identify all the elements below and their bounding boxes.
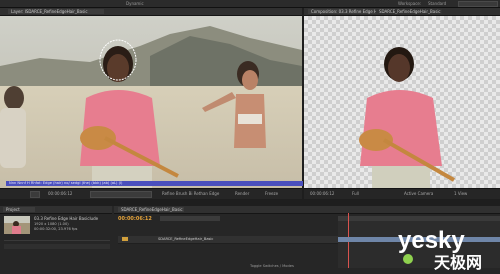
right-panel-tabbar: Composition: 03.3 Refine Edge Hair Basic… <box>304 8 500 16</box>
project-thumbnail <box>4 216 30 234</box>
project-item-name[interactable]: 03.3 Refine Edge Hair Basiclude <box>34 216 98 221</box>
timeline-tabbar: SDARCE_RefineEdgeHair_Basic <box>114 206 500 214</box>
search-help-input[interactable] <box>458 1 498 7</box>
refine-mode-label[interactable]: Refine Brush Bi Rethan Edge <box>162 191 219 196</box>
yesky-logo: yesky 天极网 <box>396 226 496 272</box>
camera-select[interactable]: Active Camera <box>404 191 433 196</box>
workspace-label: Workspace: <box>398 1 422 6</box>
time-ruler[interactable] <box>338 216 500 221</box>
layer-row[interactable]: SDARCE_RefineEdgeHair_Basic <box>118 236 338 244</box>
project-tabbar: Project <box>0 206 112 214</box>
tab-composition-2[interactable]: SDARCE_RefineEdgeHair_Basic <box>376 9 442 14</box>
resolution-select[interactable]: Full <box>352 191 359 196</box>
refine-edge-status-bar: Nnn Nnnf H Rhfat: Edge (hair) no/ sedgl … <box>6 181 303 186</box>
label-color-swatch[interactable] <box>122 237 128 241</box>
project-list-header <box>4 244 110 249</box>
tab-project[interactable]: Project <box>3 207 35 212</box>
left-panel-tabbar: Layer: ISDARCE_RefineEdgeHair_Basic <box>0 8 302 16</box>
keyed-subject <box>359 47 455 188</box>
freeze-button[interactable]: Freeze <box>265 191 278 196</box>
svg-text:yesky: yesky <box>398 227 465 254</box>
composition-viewer[interactable] <box>304 16 500 188</box>
project-item-meta: 1920 x 1080 (1.00) <box>34 222 69 226</box>
tab-timeline[interactable]: SDARCE_RefineEdgeHair_Basic <box>118 207 184 212</box>
timeline-search-input[interactable] <box>160 216 220 221</box>
layer-name[interactable]: SDARCE_RefineEdgeHair_Basic <box>158 237 213 241</box>
left-timecode[interactable]: 00:00:06:12 <box>48 191 72 196</box>
view-select[interactable] <box>90 191 152 198</box>
menu-label[interactable]: Dynamic <box>126 1 144 6</box>
svg-text:天极网: 天极网 <box>434 253 482 270</box>
tab-composition[interactable]: Composition: 03.3 Refine Edge Hair Basic <box>308 9 378 14</box>
left-viewer-controls: 00:00:06:12 Refine Brush Bi Rethan Edge … <box>0 188 302 199</box>
project-item-meta2: 00:00:32:00, 23.976 fps <box>34 227 78 231</box>
right-viewer-controls: 00:00:06:12 Full Active Camera 1 View <box>304 188 500 199</box>
toggle-switches-modes[interactable]: Toggle Switches / Modes <box>250 264 294 268</box>
app-top-bar: Dynamic Workspace: Standard <box>0 0 500 8</box>
beach-photo <box>0 16 302 188</box>
tab-layer[interactable]: Layer: ISDARCE_RefineEdgeHair_Basic <box>8 9 104 14</box>
divider <box>4 240 110 241</box>
view-layout-select[interactable]: 1 View <box>454 191 467 196</box>
render-toggle[interactable]: Render <box>235 191 249 196</box>
layer-viewer[interactable] <box>0 16 302 188</box>
timeline-timecode[interactable]: 00:00:06:12 <box>118 216 152 222</box>
thumbnail-image <box>4 216 30 234</box>
play-button[interactable] <box>30 191 40 198</box>
yesky-logo-art: yesky 天极网 <box>398 227 482 272</box>
workspace-select[interactable]: Standard <box>428 1 446 6</box>
right-timecode[interactable]: 00:00:06:12 <box>310 191 334 196</box>
